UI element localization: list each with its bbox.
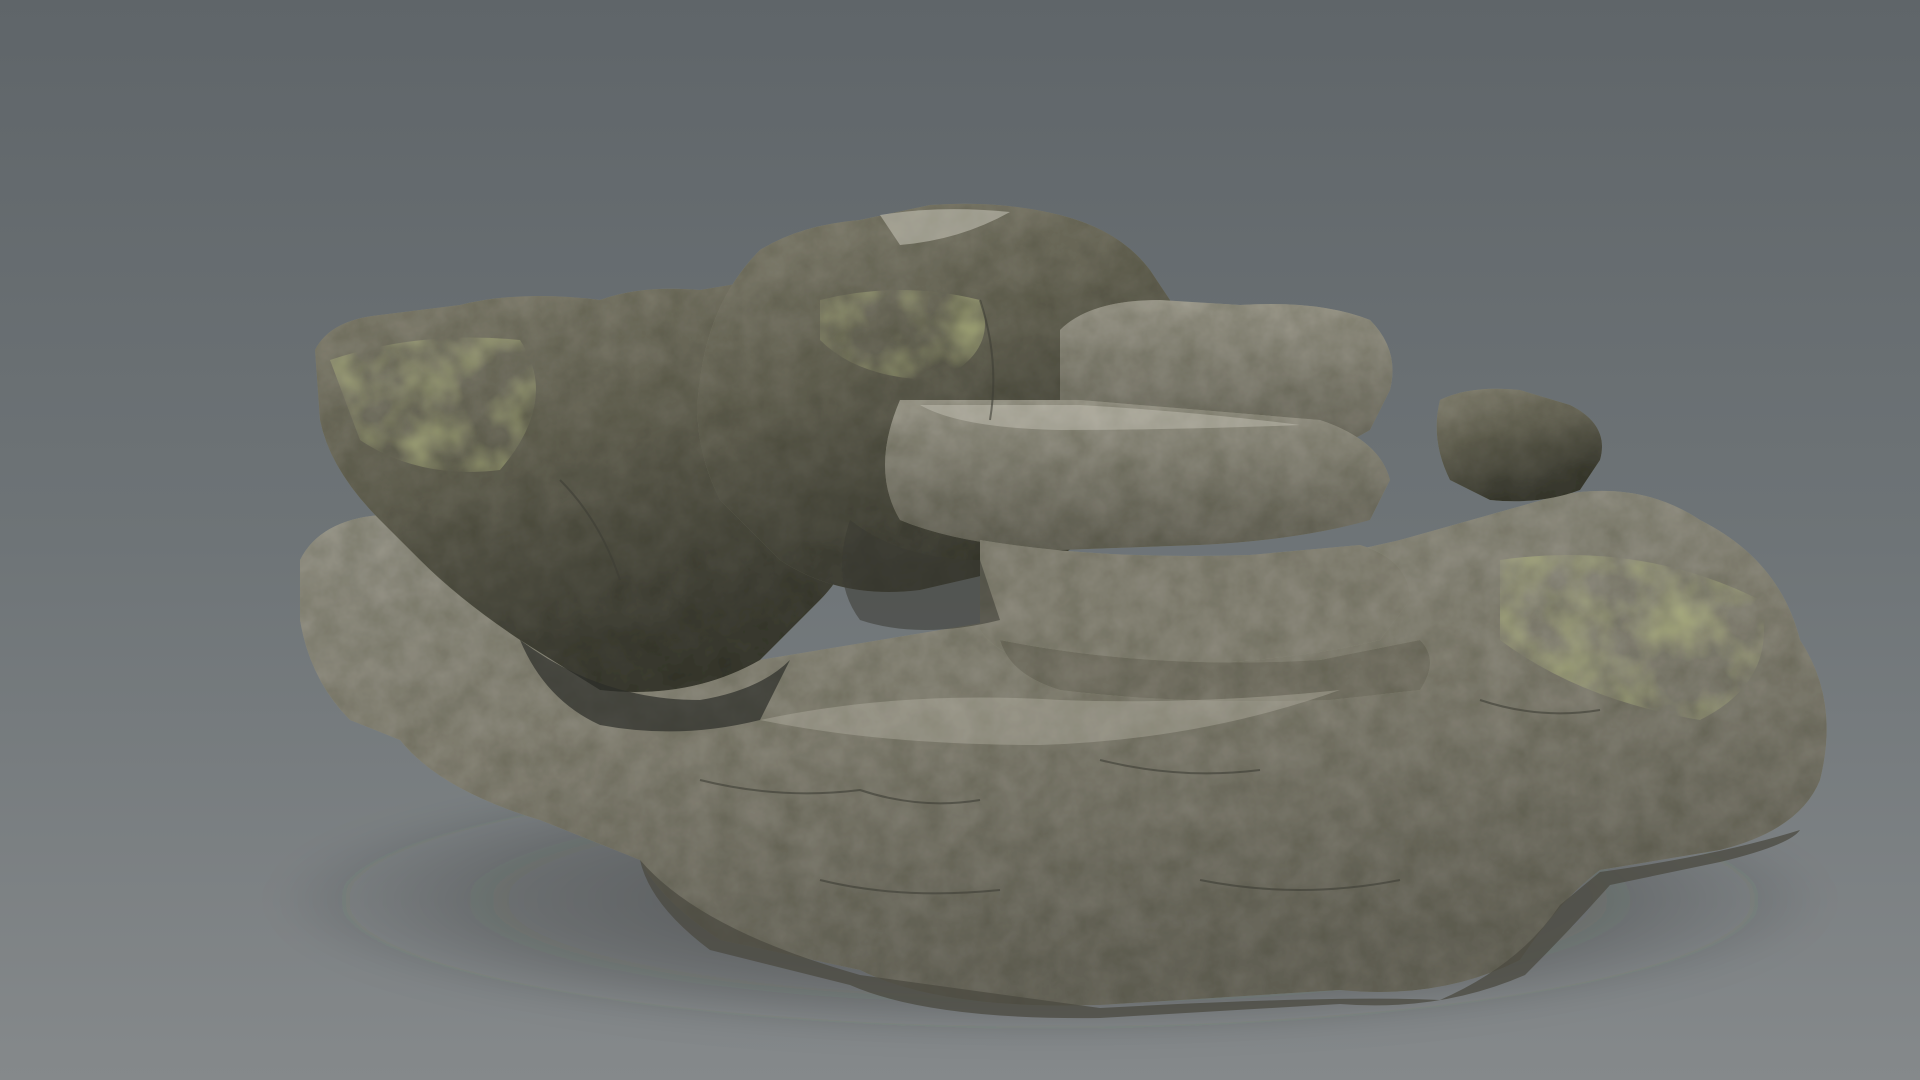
asset-viewport: [0, 0, 1920, 1080]
rock-render: [0, 0, 1920, 1080]
